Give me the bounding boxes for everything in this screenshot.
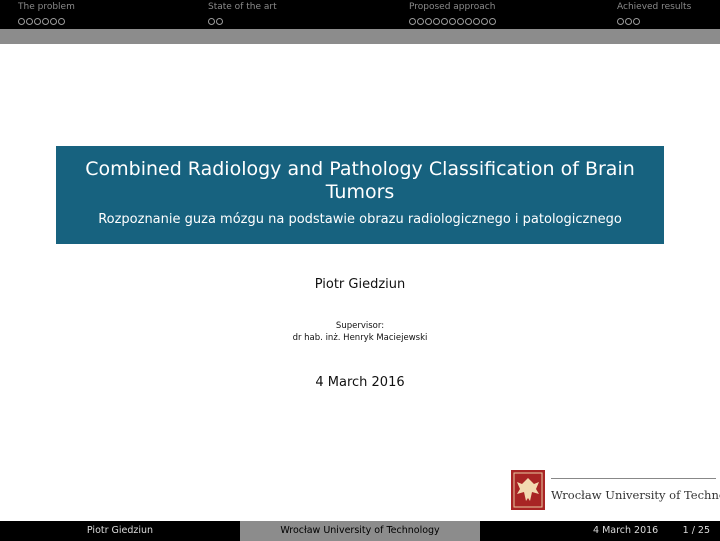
nav-slide-dot[interactable] — [457, 18, 464, 25]
footer-bar: Piotr Giedziun Wrocław University of Tec… — [0, 521, 720, 541]
supervisor-label: Supervisor: — [335, 321, 385, 331]
nav-slide-dots — [617, 18, 691, 25]
supervisor-name: dr hab. inż. Henryk Maciejewski — [292, 333, 428, 343]
logo-wordmark: Wrocław University of Technology — [551, 488, 720, 502]
nav-slide-dot[interactable] — [34, 18, 41, 25]
nav-slide-dots — [409, 18, 496, 25]
nav-slide-dot[interactable] — [58, 18, 65, 25]
footer-author: Piotr Giedziun — [0, 521, 240, 541]
nav-slide-dot[interactable] — [26, 18, 33, 25]
section-navigation-bar: The problem State of the art Proposed ap… — [0, 0, 720, 29]
nav-slide-dots — [208, 18, 277, 25]
nav-section-achieved-results[interactable]: Achieved results — [617, 2, 691, 25]
footer-right-panel: 4 March 2016 1 / 25 — [480, 521, 720, 541]
presentation-date: 4 March 2016 — [315, 375, 405, 390]
nav-section-title[interactable]: Proposed approach — [409, 2, 496, 13]
nav-slide-dot[interactable] — [42, 18, 49, 25]
nav-slide-dot[interactable] — [425, 18, 432, 25]
nav-section-title[interactable]: Achieved results — [617, 2, 691, 13]
nav-section-title[interactable]: The problem — [18, 2, 75, 13]
nav-slide-dot[interactable] — [50, 18, 57, 25]
eagle-crest-icon — [511, 470, 545, 510]
nav-section-proposed-approach[interactable]: Proposed approach — [409, 2, 496, 25]
nav-section-the-problem[interactable]: The problem — [18, 2, 75, 25]
nav-slide-dot[interactable] — [409, 18, 416, 25]
nav-slide-dot[interactable] — [441, 18, 448, 25]
nav-slide-dot[interactable] — [465, 18, 472, 25]
nav-slide-dot[interactable] — [489, 18, 496, 25]
nav-slide-dot[interactable] — [633, 18, 640, 25]
presentation-title: Combined Radiology and Pathology Classif… — [85, 158, 635, 203]
page-number: 1 / 25 — [682, 525, 710, 536]
nav-slide-dot[interactable] — [216, 18, 223, 25]
logo-divider — [551, 478, 716, 479]
nav-slide-dot[interactable] — [473, 18, 480, 25]
nav-slide-dot[interactable] — [18, 18, 25, 25]
nav-section-state-of-the-art[interactable]: State of the art — [208, 2, 277, 25]
nav-slide-dots — [18, 18, 75, 25]
subsection-bar — [0, 29, 720, 44]
nav-slide-dot[interactable] — [449, 18, 456, 25]
nav-slide-dot[interactable] — [625, 18, 632, 25]
footer-date: 4 March 2016 — [593, 525, 659, 536]
presentation-subtitle: Rozpoznanie guza mózgu na podstawie obra… — [98, 212, 622, 227]
footer-institution: Wrocław University of Technology — [240, 521, 480, 541]
author-name: Piotr Giedziun — [314, 277, 406, 292]
title-block: Combined Radiology and Pathology Classif… — [56, 146, 664, 244]
nav-slide-dot[interactable] — [417, 18, 424, 25]
university-logo: Wrocław University of Technology — [511, 470, 720, 510]
nav-slide-dot[interactable] — [617, 18, 624, 25]
nav-slide-dot[interactable] — [433, 18, 440, 25]
nav-slide-dot[interactable] — [208, 18, 215, 25]
nav-slide-dot[interactable] — [481, 18, 488, 25]
nav-section-title[interactable]: State of the art — [208, 2, 277, 13]
